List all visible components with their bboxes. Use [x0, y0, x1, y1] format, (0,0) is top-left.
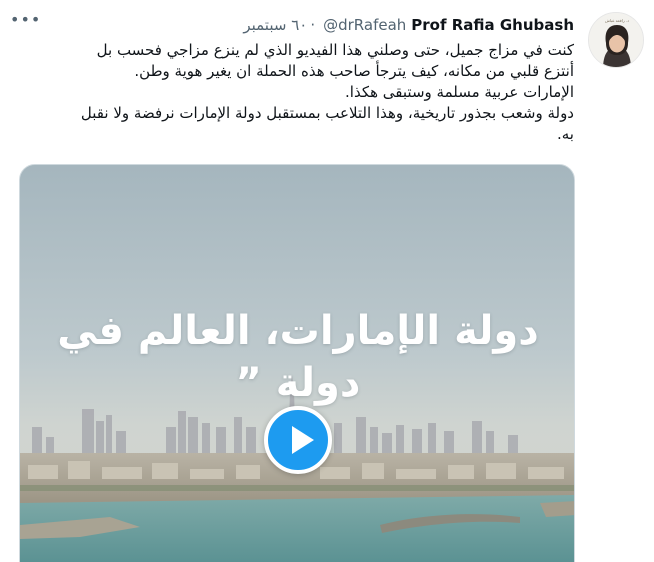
video-overlay-text: دولة الإمارات، العالم في دولة ”: [57, 308, 539, 406]
tweet-text-line: أنتزع قلبي من مكانه، كيف يترجأ صاحب هذه …: [134, 62, 574, 80]
tweet-text: كنت في مزاج جميل، حتى وصلني هذا الفيديو …: [14, 40, 574, 145]
play-button[interactable]: [264, 406, 332, 474]
tweet-date[interactable]: ٦٠ سبتمبر: [243, 16, 307, 34]
author-handle[interactable]: @drRafeah: [323, 16, 406, 34]
tweet-header: ٦٠ سبتمبر · @drRafeah Prof Rafia Ghubash: [243, 14, 574, 36]
tweet-text-line: دولة وشعب بجذور تاريخية، وهذا التلاعب بم…: [80, 104, 574, 122]
avatar[interactable]: د. رافعة غباش: [588, 12, 644, 68]
author-name[interactable]: Prof Rafia Ghubash: [411, 16, 574, 34]
svg-text:د. رافعة غباش: د. رافعة غباش: [605, 18, 629, 23]
separator-dot: ·: [310, 16, 316, 34]
video-media[interactable]: دولة الإمارات، العالم في دولة ”: [19, 164, 575, 562]
play-icon: [292, 426, 314, 454]
more-options-button[interactable]: •••: [10, 10, 40, 30]
tweet-text-line: به.: [557, 125, 574, 143]
tweet[interactable]: ••• ٦٠ سبتمبر · @drRafeah Prof Rafia Ghu…: [0, 0, 654, 562]
more-horizontal-icon: •••: [10, 10, 42, 29]
tweet-text-line: كنت في مزاج جميل، حتى وصلني هذا الفيديو …: [96, 41, 574, 59]
tweet-text-line: الإمارات عربية مسلمة وستبقى هكذا.: [345, 83, 574, 101]
avatar-image: د. رافعة غباش: [589, 13, 643, 67]
